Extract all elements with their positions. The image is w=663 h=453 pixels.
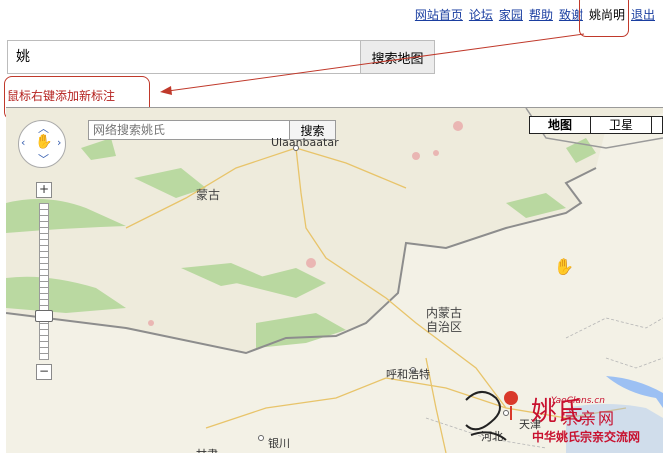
logout-link[interactable]: 退出 <box>631 6 655 23</box>
right-click-hint: 鼠标右键添加新标注 <box>7 89 116 103</box>
pan-control[interactable]: ︿ ‹ › ﹀ ✋ <box>18 120 66 168</box>
nav-link-forum[interactable]: 论坛 <box>469 6 493 23</box>
zoom-in-button[interactable]: + <box>36 182 52 198</box>
cursor-hand-icon: ✋ <box>554 257 574 276</box>
watermark-logo-icon <box>465 391 518 441</box>
zoom-slider-thumb[interactable] <box>35 310 53 322</box>
map-view[interactable]: 搜索 地图 卫星 ︿ ‹ › ﹀ ✋ + − Ulaanbaatar 蒙古 内蒙… <box>6 107 663 453</box>
web-search-input[interactable] <box>88 120 298 140</box>
user-callout-outline <box>579 0 629 37</box>
pan-down-icon[interactable]: ﹀ <box>38 151 49 167</box>
zoom-slider[interactable] <box>39 203 49 360</box>
nav-link-help[interactable]: 帮助 <box>529 6 553 23</box>
watermark-subtitle: 中华姚氏宗亲交流网 <box>532 430 641 444</box>
nav-link-home-space[interactable]: 家园 <box>499 6 523 23</box>
watermark-zongqin: 宗亲网 <box>562 409 617 428</box>
map-search-bar: 搜索地图 <box>7 40 435 74</box>
pan-right-icon[interactable]: › <box>57 136 61 149</box>
map-search-input[interactable] <box>8 41 376 71</box>
pan-left-icon[interactable]: ‹ <box>21 136 25 149</box>
hand-icon[interactable]: ✋ <box>35 134 52 150</box>
map-type-satellite-button[interactable]: 卫星 <box>591 116 652 134</box>
nav-link-home[interactable]: 网站首页 <box>415 6 463 23</box>
map-type-map-button[interactable]: 地图 <box>529 116 591 134</box>
map-type-switch: 地图 卫星 <box>529 116 663 134</box>
search-map-button[interactable]: 搜索地图 <box>360 41 434 73</box>
zoom-out-button[interactable]: − <box>36 364 52 380</box>
label-inner-mongolia: 内蒙古 自治区 <box>426 306 463 334</box>
label-ulaanbaatar: Ulaanbaatar <box>271 136 339 149</box>
map-type-more-button[interactable] <box>652 116 663 134</box>
label-hohhot: 呼和浩特 <box>386 368 430 381</box>
label-yinchuan: 银川 <box>268 437 290 450</box>
label-mongolia: 蒙古 <box>196 188 221 202</box>
